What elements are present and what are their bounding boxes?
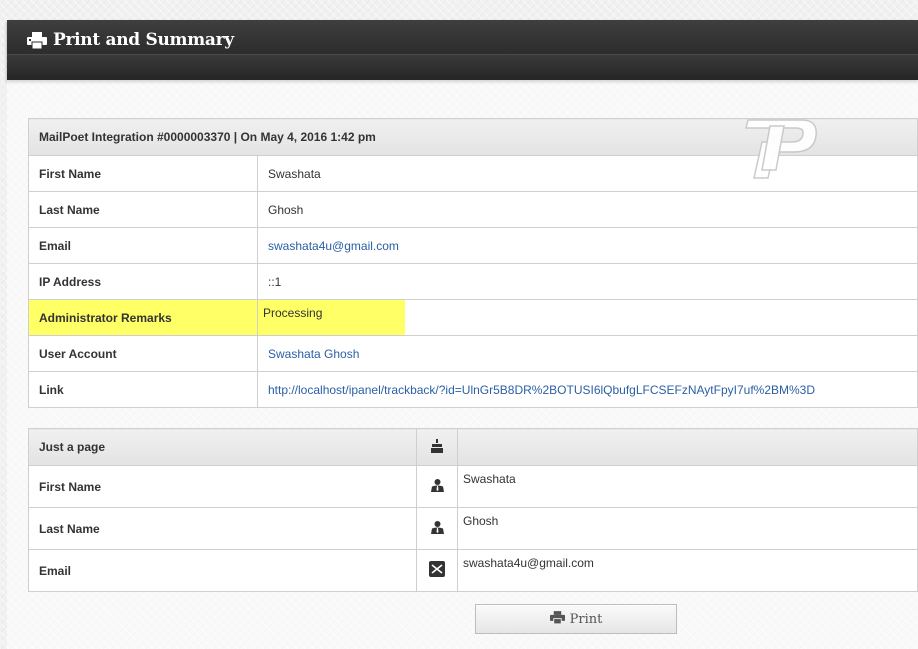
row-label: Last Name: [28, 191, 258, 228]
user-icon: [430, 479, 444, 495]
row-value: Ghosh: [257, 191, 918, 228]
row-value: swashata4u@gmail.com: [457, 549, 918, 592]
table-row: Link http://localhost/ipanel/trackback/?…: [28, 371, 918, 408]
user-account-link[interactable]: Swashata Ghosh: [268, 347, 359, 361]
trackback-link[interactable]: http://localhost/ipanel/trackback/?id=Ul…: [268, 383, 815, 397]
envelope-icon: [429, 561, 445, 580]
row-label: User Account: [28, 335, 258, 372]
table-row: Email swashata4u@gmail.com: [28, 227, 918, 264]
print-button-label: Print: [569, 611, 603, 627]
row-label: Last Name: [28, 507, 417, 550]
table-row: IP Address ::1: [28, 263, 918, 300]
page-title-text: Print and Summary: [53, 30, 234, 50]
printer-icon: [549, 610, 565, 628]
page-title: Print and Summary: [27, 30, 234, 50]
row-label: Email: [28, 549, 417, 592]
header-band: [7, 54, 918, 75]
table-row: Last Name Ghosh: [28, 191, 918, 228]
table-row: First Name Swashata: [28, 465, 918, 508]
row-label: First Name: [28, 155, 258, 192]
row-label: Email: [28, 227, 258, 264]
table-row: Last Name Ghosh: [28, 507, 918, 550]
table-row: User Account Swashata Ghosh: [28, 335, 918, 372]
row-value: Ghosh: [457, 507, 918, 550]
page-heading-blank: [457, 428, 918, 466]
email-link[interactable]: swashata4u@gmail.com: [268, 239, 399, 253]
table-row: Email swashata4u@gmail.com: [28, 549, 918, 592]
print-button[interactable]: Print: [475, 604, 677, 634]
page-heading-row: Just a page: [28, 428, 918, 466]
ipanel-logo-watermark: [740, 112, 820, 182]
user-icon: [430, 521, 444, 537]
row-label-highlighted: Administrator Remarks: [28, 299, 258, 336]
page-header: Print and Summary: [7, 20, 918, 80]
row-value: ::1: [257, 263, 918, 300]
page-heading: Just a page: [28, 428, 417, 466]
birthday-cake-icon: [430, 438, 444, 456]
printer-icon: [27, 31, 47, 49]
row-label: IP Address: [28, 263, 258, 300]
page-fields-table: Just a page First Name Swashata Last Nam…: [28, 428, 918, 592]
top-strip: [0, 0, 918, 20]
table-row: Administrator Remarks Processing: [28, 299, 918, 336]
row-label: Link: [28, 371, 258, 408]
row-label: First Name: [28, 465, 417, 508]
row-value: Swashata: [457, 465, 918, 508]
admin-remarks-value: Processing: [258, 300, 405, 335]
